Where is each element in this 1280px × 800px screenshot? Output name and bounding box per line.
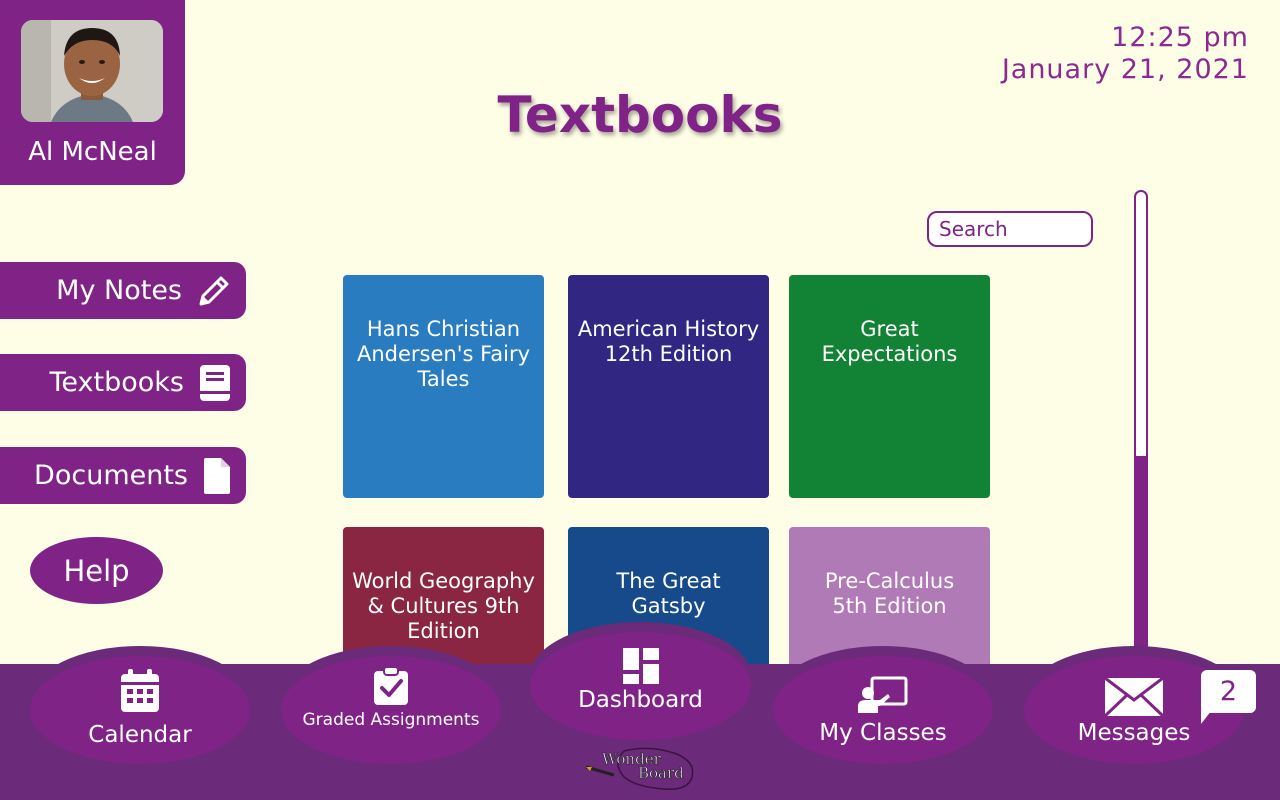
textbook-title: Pre-Calculus 5th Edition [824, 569, 955, 618]
pencil-icon [196, 273, 232, 309]
dock-my-classes-button[interactable]: My Classes [773, 656, 993, 764]
dock-label: Calendar [88, 722, 192, 748]
textbook-title: Great Expectations [821, 317, 958, 366]
scrollbar[interactable] [1134, 190, 1148, 696]
textbook-card[interactable]: Hans Christian Andersen's Fairy Tales [343, 275, 544, 498]
dock-graded-assignments-button[interactable]: Graded Assignments [281, 656, 501, 764]
dock-label: Graded Assignments [302, 710, 480, 730]
sidebar-item-label: Documents [34, 460, 188, 491]
sidebar-item-textbooks[interactable]: Textbooks [0, 354, 246, 411]
dashboard-icon [530, 646, 751, 686]
book-icon [198, 364, 232, 402]
dock-label: My Classes [819, 720, 947, 746]
textbook-card[interactable]: American History 12th Edition [568, 275, 769, 498]
sidebar-item-documents[interactable]: Documents [0, 447, 246, 504]
page-title: Textbooks [497, 86, 783, 144]
clock: 12:25 pm January 21, 2021 [1002, 22, 1249, 86]
sidebar-item-label: My Notes [56, 275, 182, 306]
sidebar-item-label: Textbooks [49, 367, 185, 398]
search-input[interactable] [927, 211, 1093, 247]
textbook-title: Hans Christian Andersen's Fairy Tales [356, 317, 531, 391]
classroom-icon [773, 676, 993, 714]
dock-dashboard-button[interactable]: Dashboard [530, 632, 751, 740]
textbook-title: The Great Gatsby [616, 569, 721, 618]
clock-date: January 21, 2021 [1001, 54, 1249, 85]
dock-label: Dashboard [578, 687, 703, 713]
textbook-card[interactable]: Great Expectations [789, 275, 990, 498]
badge-tail [1201, 706, 1215, 724]
clipboard-check-icon [281, 666, 501, 706]
wonderboard-logo: Wonder Board [584, 747, 699, 792]
help-button[interactable]: Help [30, 537, 163, 604]
logo-line2: Board [638, 764, 684, 782]
dock-calendar-button[interactable]: Calendar [30, 656, 250, 764]
document-icon [202, 457, 232, 495]
textbook-title: World Geography & Cultures 9th Edition [352, 569, 535, 643]
sidebar-item-my-notes[interactable]: My Notes [0, 262, 246, 319]
textbook-title: American History 12th Edition [577, 317, 760, 366]
calendar-icon [30, 668, 250, 714]
clock-time: 12:25 pm [1111, 22, 1249, 53]
